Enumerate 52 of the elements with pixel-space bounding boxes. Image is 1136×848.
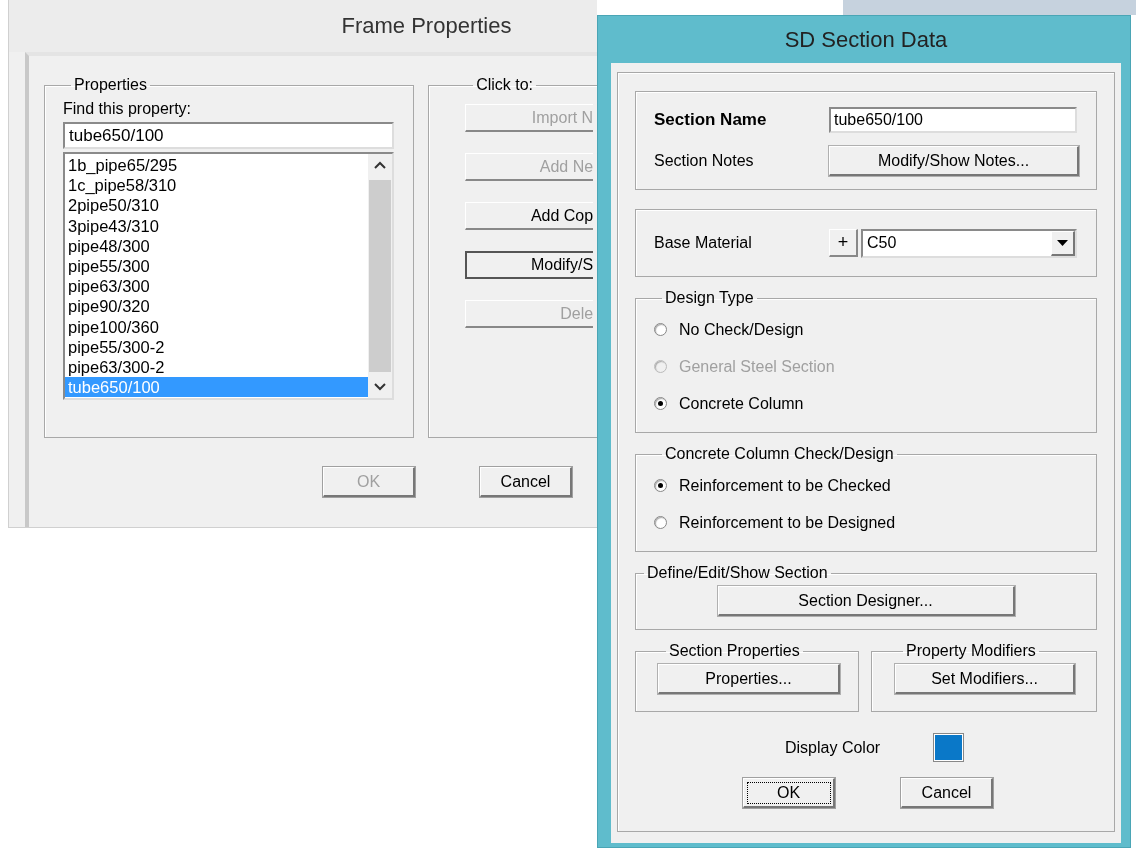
list-item[interactable]: pipe55/300	[65, 255, 368, 277]
dropdown-icon	[1057, 239, 1068, 246]
group-label: Property Modifiers	[905, 642, 1037, 660]
list-item[interactable]: 1c_pipe58/310	[65, 175, 368, 196]
notes-button[interactable]: Modify/Show Notes...	[829, 146, 1079, 177]
radio-label: Reinforcement to be Checked	[679, 476, 891, 495]
scroll-down-icon[interactable]	[373, 382, 387, 392]
radio-button[interactable]	[654, 516, 667, 529]
add-button[interactable]: +	[829, 229, 858, 257]
color-swatch[interactable]	[934, 734, 964, 761]
scroll-up-icon[interactable]	[373, 160, 387, 170]
group-label: Click to:	[475, 76, 535, 94]
material-dropdown[interactable]: C50	[861, 228, 1077, 258]
dialog-button[interactable]: Cancel	[480, 467, 572, 497]
list-item[interactable]: pipe63/300-2	[65, 356, 368, 378]
list-item[interactable]: pipe63/300	[65, 276, 368, 297]
window-title: SD Section Data	[784, 26, 948, 53]
radio-label: Concrete Column	[679, 394, 804, 413]
list-item[interactable]: 1b_pipe65/295	[65, 155, 368, 176]
radio-label: Reinforcement to be Designed	[679, 513, 896, 532]
dialog-button[interactable]: Cancel	[901, 778, 993, 808]
group-label: Design Type	[664, 289, 755, 307]
scrollbar[interactable]	[368, 154, 392, 398]
field-label: Section Name	[654, 109, 768, 130]
group-label: Properties	[73, 76, 148, 94]
list-item[interactable]: pipe90/320	[65, 296, 368, 317]
list-item[interactable]: pipe100/360	[65, 316, 368, 337]
group-label: Define/Edit/Show Section	[646, 564, 829, 582]
field-label: Find this property:	[63, 100, 193, 118]
list-item[interactable]: 3pipe43/310	[65, 215, 368, 236]
list-item[interactable]: 2pipe50/310	[65, 195, 368, 216]
field-label: Section Notes	[654, 152, 755, 171]
dialog-button[interactable]: OK	[743, 778, 835, 808]
group-label: Concrete Column Check/Design	[664, 445, 895, 463]
properties-button[interactable]: Properties...	[658, 664, 840, 694]
section-name-field[interactable]: tube650/100	[829, 106, 1077, 133]
list-item[interactable]: pipe55/300-2	[65, 336, 368, 357]
section-designer-button[interactable]: Section Designer...	[717, 586, 1015, 616]
radio-button[interactable]	[654, 323, 667, 336]
action-button[interactable]: Modify/S	[465, 251, 594, 279]
radio-button[interactable]	[654, 479, 667, 492]
modifiers-button[interactable]: Set Modifiers...	[895, 664, 1075, 694]
field-label: Base Material	[654, 234, 753, 252]
group-label: Section Properties	[668, 642, 801, 660]
radio-label: General Steel Section	[679, 357, 835, 376]
window-title: Frame Properties	[341, 13, 512, 39]
list-item[interactable]: pipe48/300	[65, 235, 368, 256]
action-button[interactable]: Add Cop	[465, 202, 594, 230]
field-label: Display Color	[785, 738, 881, 757]
radio-label: No Check/Design	[679, 320, 804, 339]
search-field[interactable]: tube650/100	[63, 122, 394, 149]
radio-button[interactable]	[654, 397, 667, 410]
